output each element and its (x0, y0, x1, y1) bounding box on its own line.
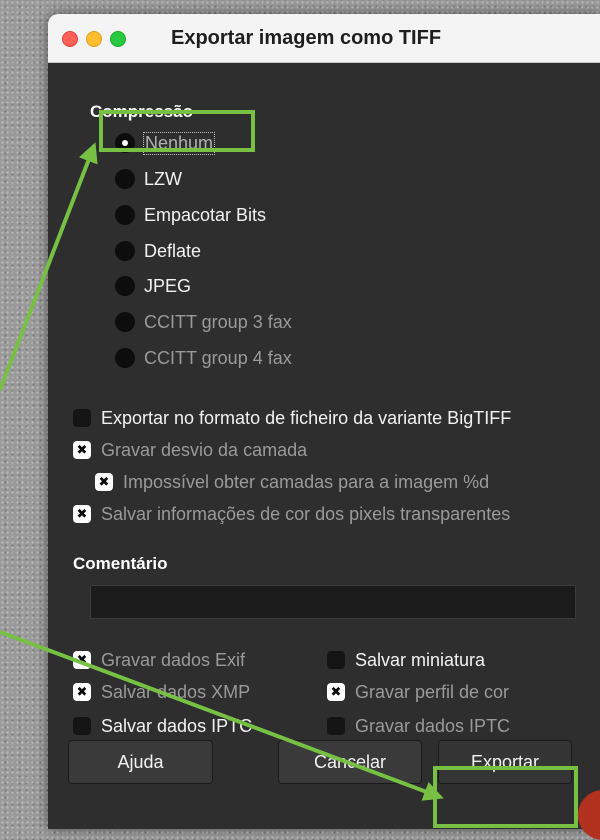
checkbox-box (327, 683, 345, 701)
compression-label: Compressão (90, 102, 193, 121)
window-title: Exportar imagem como TIFF (171, 27, 442, 49)
checkbox-label: Gravar perfil de cor (355, 681, 510, 702)
checkbox-write-iptc: Gravar dados IPTC (327, 713, 510, 739)
title-bar: Exportar imagem como TIFF (48, 14, 600, 63)
checkbox-label: Salvar informações de cor dos pixels tra… (101, 503, 511, 524)
checkbox-box (73, 683, 91, 701)
close-window-button[interactable] (62, 31, 78, 47)
radio-compression-ccitt4: CCITT group 4 fax (115, 345, 292, 371)
checkbox-label: Gravar dados Exif (101, 649, 246, 670)
checkbox-box[interactable] (73, 409, 91, 427)
radio-button (115, 312, 135, 332)
checkbox-box (327, 717, 345, 735)
comment-label: Comentário (73, 554, 168, 573)
checkbox-save-exif: Gravar dados Exif (73, 647, 245, 673)
checkbox-label: Salvar dados IPTC (101, 715, 253, 736)
export-tiff-dialog: Exportar imagem como TIFF Compressão Nen… (48, 14, 600, 829)
help-button[interactable]: Ajuda (68, 740, 213, 784)
checkbox-transparent-color: Salvar informações de cor dos pixels tra… (73, 501, 510, 527)
cancel-button[interactable]: Cancelar (278, 740, 422, 784)
checkbox-label: Salvar miniatura (355, 649, 486, 670)
comment-input[interactable] (90, 585, 576, 619)
checkbox-box (95, 473, 113, 491)
radio-compression-ccitt3: CCITT group 3 fax (115, 309, 292, 335)
radio-button[interactable] (115, 169, 135, 189)
maximize-window-button[interactable] (110, 31, 126, 47)
checkbox-save-thumbnail[interactable]: Salvar miniatura (327, 647, 485, 673)
radio-compression-deflate[interactable]: Deflate (115, 238, 201, 264)
radio-compression-packbits[interactable]: Empacotar Bits (115, 202, 266, 228)
checkbox-label: Gravar desvio da camada (101, 439, 308, 460)
dialog-content: Compressão Nenhum LZW Empacotar Bits Def… (48, 62, 600, 829)
checkbox-label: Impossível obter camadas para a imagem %… (123, 471, 490, 492)
checkbox-box[interactable] (327, 651, 345, 669)
radio-label: CCITT group 3 fax (144, 311, 292, 332)
checkbox-color-profile: Gravar perfil de cor (327, 679, 509, 705)
checkbox-layer-offset: Gravar desvio da camada (73, 437, 307, 463)
minimize-window-button[interactable] (86, 31, 102, 47)
radio-label: Nenhum (142, 131, 216, 155)
radio-button[interactable] (115, 276, 135, 296)
checkbox-label: Exportar no formato de ficheiro da varia… (101, 407, 512, 428)
radio-compression-jpeg[interactable]: JPEG (115, 273, 191, 299)
checkbox-label: Gravar dados IPTC (355, 715, 511, 736)
checkbox-save-xmp: Salvar dados XMP (73, 679, 250, 705)
checkbox-box (73, 441, 91, 459)
checkbox-save-iptc[interactable]: Salvar dados IPTC (73, 713, 252, 739)
radio-button[interactable] (115, 205, 135, 225)
radio-label: LZW (144, 168, 182, 189)
checkbox-box[interactable] (73, 717, 91, 735)
checkbox-box (73, 505, 91, 523)
radio-label: Empacotar Bits (144, 204, 267, 225)
export-button[interactable]: Exportar (438, 740, 572, 784)
checkbox-layers-warning: Impossível obter camadas para a imagem %… (95, 469, 489, 495)
radio-button[interactable] (115, 241, 135, 261)
checkbox-label: Salvar dados XMP (101, 681, 251, 702)
radio-compression-none[interactable]: Nenhum (115, 130, 216, 156)
radio-label: CCITT group 4 fax (144, 347, 292, 368)
radio-button (115, 348, 135, 368)
radio-label: Deflate (144, 240, 202, 261)
checkbox-box (73, 651, 91, 669)
radio-label: JPEG (144, 275, 192, 296)
checkbox-bigtiff[interactable]: Exportar no formato de ficheiro da varia… (73, 405, 511, 431)
radio-button[interactable] (115, 133, 135, 153)
radio-compression-lzw[interactable]: LZW (115, 166, 182, 192)
